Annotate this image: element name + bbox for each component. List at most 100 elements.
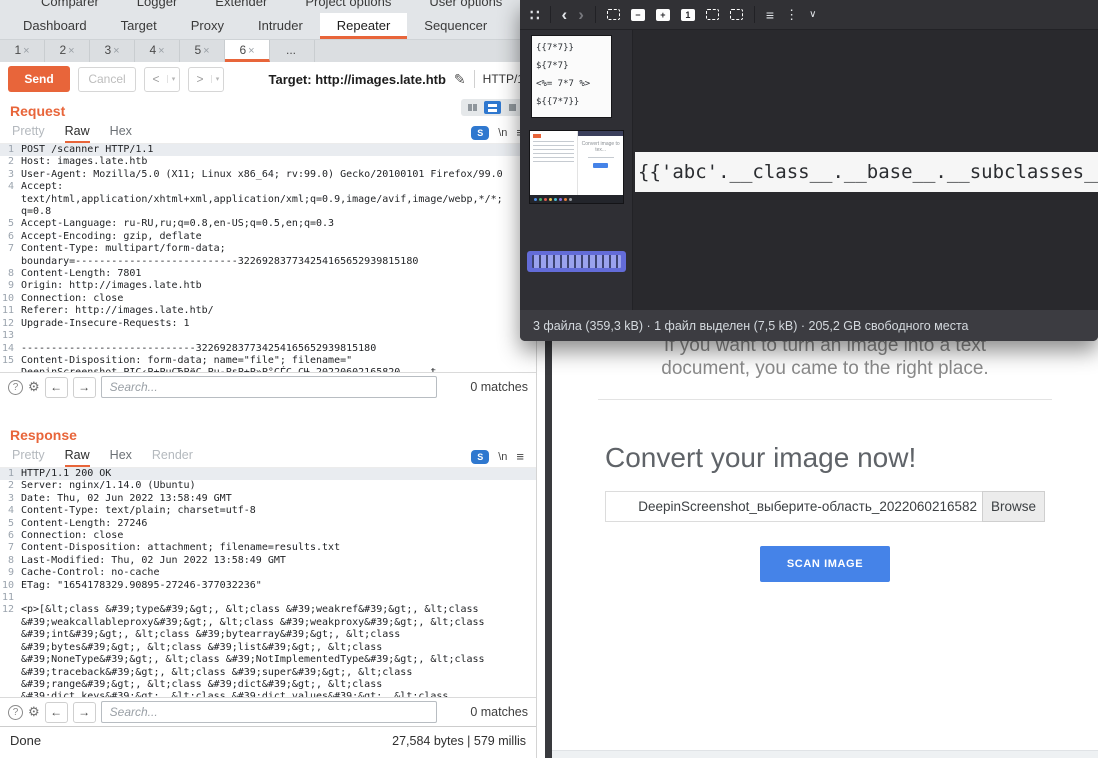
line-number xyxy=(0,629,21,641)
layout-single-button[interactable] xyxy=(504,101,521,114)
history-forward-button[interactable]: >▾ xyxy=(188,67,224,92)
thumbnail-left-pane xyxy=(530,131,578,195)
response-view-tab[interactable]: Render xyxy=(152,446,193,467)
help-icon[interactable]: ? xyxy=(8,380,23,395)
request-line: 1POST /scanner HTTP/1.1 xyxy=(0,144,536,156)
line-text: &#39;range&#39;&gt;, &lt;class &#39;dict… xyxy=(21,679,382,691)
forward-icon[interactable]: › xyxy=(578,6,584,23)
edit-target-icon[interactable]: ✎ xyxy=(454,71,466,88)
request-editor[interactable]: 1POST /scanner HTTP/1.1 2Host: images.la… xyxy=(0,143,536,372)
zoom-in-icon[interactable]: + xyxy=(656,9,670,21)
syntax-highlight-icon[interactable]: S xyxy=(471,450,489,464)
burp-main-tab[interactable]: Intruder xyxy=(241,13,320,39)
request-view-tab[interactable]: Raw xyxy=(65,122,90,143)
thumbnail-screenshot[interactable]: Convert image to tex... xyxy=(529,130,624,204)
burp-top-tab[interactable]: Extender xyxy=(196,0,286,13)
fullscreen-icon[interactable] xyxy=(706,9,719,20)
line-text: &#39;NoneType&#39;&gt;, &lt;class &#39;N… xyxy=(21,654,485,666)
syntax-highlight-icon[interactable]: S xyxy=(471,126,489,140)
actual-size-icon[interactable]: 1 xyxy=(681,9,695,21)
fit-window-icon[interactable] xyxy=(730,9,743,20)
close-icon[interactable]: × xyxy=(113,45,119,57)
line-number: 8 xyxy=(0,555,21,567)
repeater-tab[interactable]: 3× xyxy=(90,40,135,62)
fit-frame-icon[interactable] xyxy=(607,9,620,20)
help-icon[interactable]: ? xyxy=(8,705,23,720)
history-back-button[interactable]: <▾ xyxy=(144,67,180,92)
cancel-button[interactable]: Cancel xyxy=(78,67,136,92)
burp-main-tab[interactable]: Target xyxy=(104,13,174,39)
thumbnail-payload-text[interactable]: {{7*7}}${7*7}<%= 7*7 %>${{7*7}} xyxy=(531,35,612,118)
close-icon[interactable]: × xyxy=(158,45,164,57)
next-match-button[interactable]: → xyxy=(73,702,96,723)
browser-content: If you want to turn an image into a text… xyxy=(552,331,1098,758)
send-button[interactable]: Send xyxy=(8,66,70,92)
response-line: 10ETag: "1654178329.90895-27246-37703223… xyxy=(0,580,536,592)
http-version-selector[interactable]: HTTP/1 xyxy=(483,72,524,86)
close-icon[interactable]: × xyxy=(68,45,74,57)
burp-main-tab[interactable]: Dashboard xyxy=(6,13,104,39)
request-view-tab[interactable]: Hex xyxy=(110,122,132,143)
gear-icon[interactable]: ⚙ xyxy=(28,379,40,395)
close-icon[interactable]: × xyxy=(248,45,254,57)
line-text: HTTP/1.1 200 OK xyxy=(21,468,111,480)
burp-top-tab[interactable]: Project options xyxy=(286,0,410,13)
chevron-down-icon[interactable]: ∨ xyxy=(809,9,816,20)
prev-match-button[interactable]: ← xyxy=(45,702,68,723)
response-view-tab[interactable]: Raw xyxy=(65,446,90,467)
repeater-tab[interactable]: ... xyxy=(270,40,315,62)
more-options-icon[interactable]: ⋮ xyxy=(785,7,798,23)
response-view-tab[interactable]: Hex xyxy=(110,446,132,467)
repeater-tab[interactable]: 2× xyxy=(45,40,90,62)
next-match-button[interactable]: → xyxy=(73,377,96,398)
burp-top-tab[interactable]: Logger xyxy=(118,0,196,13)
scan-image-button[interactable]: SCAN IMAGE xyxy=(760,546,890,582)
panel-menu-icon[interactable]: ≡ xyxy=(516,449,524,464)
zoom-out-icon[interactable]: − xyxy=(631,9,645,21)
horizontal-scrollbar[interactable] xyxy=(552,750,1098,758)
burp-main-tab-row: DashboardTargetProxyIntruderRepeaterSequ… xyxy=(0,13,536,40)
repeater-tab[interactable]: 6× xyxy=(225,40,270,62)
divider xyxy=(598,399,1052,400)
repeater-tab[interactable]: 5× xyxy=(180,40,225,62)
gear-icon[interactable]: ⚙ xyxy=(28,704,40,720)
mini-page-text: Convert image to tex... xyxy=(578,141,623,153)
list-view-icon[interactable]: ≡ xyxy=(766,7,774,23)
thumbnail-selected-strip[interactable] xyxy=(527,251,626,272)
burp-top-tab[interactable]: Comparer xyxy=(22,0,118,13)
forward-icon: > xyxy=(189,72,211,86)
burp-main-tab[interactable]: Sequencer xyxy=(407,13,504,39)
close-icon[interactable]: × xyxy=(23,45,29,57)
file-input[interactable]: DeepinScreenshot_выберите-область_202206… xyxy=(605,491,982,522)
request-search-input[interactable] xyxy=(101,376,437,398)
back-icon[interactable]: ‹ xyxy=(562,6,568,23)
layout-rows-button[interactable] xyxy=(484,101,501,114)
line-number: 5 xyxy=(0,518,21,530)
viewer-preview-area[interactable]: {{'abc'.__class__.__base__.__subclasses_… xyxy=(633,30,1098,310)
burp-main-tab[interactable]: Proxy xyxy=(174,13,241,39)
chevron-down-icon[interactable]: ▾ xyxy=(167,75,179,83)
thumbnail-screenshot-body: Convert image to tex... xyxy=(530,131,623,195)
prev-match-button[interactable]: ← xyxy=(45,377,68,398)
response-search-input[interactable] xyxy=(101,701,437,723)
repeater-tab-number: 3 xyxy=(104,43,111,57)
panel-splitter[interactable] xyxy=(0,401,536,420)
apps-grid-icon[interactable]: ∷ xyxy=(530,6,539,24)
close-icon[interactable]: × xyxy=(203,45,209,57)
layout-columns-button[interactable] xyxy=(464,101,481,114)
repeater-tab[interactable]: 4× xyxy=(135,40,180,62)
line-number: 3 xyxy=(0,169,21,181)
line-text: Connection: close xyxy=(21,530,123,542)
burp-main-tab[interactable]: Repeater xyxy=(320,13,407,39)
show-newlines-icon[interactable]: \n xyxy=(498,127,507,139)
file-upload-row: DeepinScreenshot_выберите-область_202206… xyxy=(605,491,1045,522)
browse-button[interactable]: Browse xyxy=(982,491,1045,522)
chevron-down-icon[interactable]: ▾ xyxy=(211,75,223,83)
burp-top-tab[interactable]: User options xyxy=(410,0,521,13)
response-viewer[interactable]: 1HTTP/1.1 200 OK 2Server: nginx/1.14.0 (… xyxy=(0,467,536,697)
request-line: 14-----------------------------322692837… xyxy=(0,343,536,355)
show-newlines-icon[interactable]: \n xyxy=(498,451,507,463)
repeater-tab[interactable]: 1× xyxy=(0,40,45,62)
request-view-tab[interactable]: Pretty xyxy=(12,122,45,143)
response-view-tab[interactable]: Pretty xyxy=(12,446,45,467)
